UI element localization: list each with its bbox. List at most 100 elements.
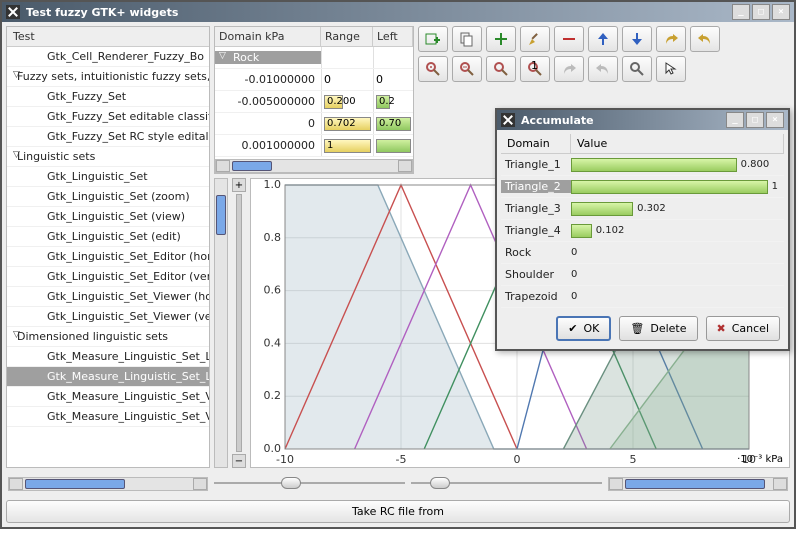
tree-item[interactable]: Linguistic sets (7, 147, 209, 167)
check-icon: ✔ (568, 322, 577, 335)
app-icon (6, 5, 20, 19)
table-header-range[interactable]: Range (321, 27, 373, 46)
x-unit: ·10⁻³ kPa (737, 454, 783, 465)
table-group[interactable]: Rock (215, 51, 321, 64)
undo2-button[interactable] (588, 56, 618, 82)
svg-text:1: 1 (531, 61, 538, 72)
find-button[interactable] (622, 56, 652, 82)
vzoom-slider[interactable]: + − (230, 178, 248, 468)
trash-icon: 🗑 (630, 322, 644, 335)
tree-item[interactable]: Gtk_Fuzzy_Set RC style edital (7, 127, 209, 147)
svg-text:0.0: 0.0 (264, 442, 282, 455)
dialog-col-value[interactable]: Value (571, 134, 784, 153)
tree-item[interactable]: Gtk_Cell_Renderer_Fuzzy_Bo (7, 47, 209, 67)
tree-item[interactable]: Fuzzy sets, intuitionistic fuzzy sets, (7, 67, 209, 87)
dialog-row[interactable]: Trapezoid0 (501, 286, 784, 308)
zoom-in-button[interactable] (418, 56, 448, 82)
zoom-reset-button[interactable]: 1 (520, 56, 550, 82)
delete-button[interactable]: 🗑Delete (619, 316, 697, 341)
dialog-row[interactable]: Triangle_40.102 (501, 220, 784, 242)
table-cell[interactable]: 1 (321, 135, 373, 156)
table-cell[interactable]: -0.01000000 (215, 73, 321, 86)
chart-hscrollbar[interactable] (608, 477, 788, 491)
arrow-up-button[interactable] (588, 26, 618, 52)
table-header-left[interactable]: Left (373, 27, 413, 46)
zoom-out-icon[interactable]: − (232, 454, 246, 468)
dialog-minimize-button[interactable]: _ (726, 112, 744, 128)
tree-item[interactable]: Gtk_Linguistic_Set (7, 167, 209, 187)
cancel-button[interactable]: ✖Cancel (706, 316, 780, 341)
tree-item[interactable]: Gtk_Measure_Linguistic_Set_L (7, 347, 209, 367)
svg-text:0.6: 0.6 (264, 284, 282, 297)
svg-text:0.8: 0.8 (264, 231, 282, 244)
tree-item[interactable]: Gtk_Measure_Linguistic_Set_V (7, 407, 209, 427)
table-cell[interactable]: -0.005000000 (215, 95, 321, 108)
chart-vscrollbar[interactable] (214, 178, 228, 468)
ok-button[interactable]: ✔OK (556, 316, 611, 341)
titlebar[interactable]: Test fuzzy GTK+ widgets _ □ × (2, 2, 794, 22)
dialog-titlebar[interactable]: Accumulate _ □ × (497, 110, 788, 130)
dialog-row[interactable]: Triangle_30.302 (501, 198, 784, 220)
table-cell[interactable]: 0.001000000 (215, 139, 321, 152)
tree-item[interactable]: Gtk_Linguistic_Set_Viewer (ho (7, 287, 209, 307)
tree-item[interactable]: Gtk_Fuzzy_Set editable classif (7, 107, 209, 127)
table-cell[interactable]: 0 (373, 69, 413, 90)
zoom-in-icon[interactable]: + (232, 178, 246, 192)
svg-text:0: 0 (514, 453, 521, 466)
data-table: Domain kPa Range Left Rock-0.0100000000-… (214, 26, 414, 174)
minimize-button[interactable]: _ (732, 4, 750, 20)
tree-item[interactable]: Gtk_Fuzzy_Set (7, 87, 209, 107)
svg-text:0.2: 0.2 (264, 389, 282, 402)
dialog-row[interactable]: Rock0 (501, 242, 784, 264)
arrow-down-button[interactable] (622, 26, 652, 52)
tree-item[interactable]: Gtk_Linguistic_Set_Editor (hor (7, 247, 209, 267)
tree-item[interactable]: Gtk_Measure_Linguistic_Set_V (7, 387, 209, 407)
tree-item[interactable]: Gtk_Linguistic_Set (zoom) (7, 187, 209, 207)
sidebar-hscrollbar[interactable] (8, 477, 208, 491)
table-cell[interactable] (373, 135, 413, 156)
table-cell[interactable]: 0 (321, 69, 373, 90)
close-button[interactable]: × (772, 4, 790, 20)
minus-button[interactable] (554, 26, 584, 52)
brush-button[interactable] (520, 26, 550, 52)
dialog-row[interactable]: Triangle_21 (501, 176, 784, 198)
maximize-button[interactable]: □ (752, 4, 770, 20)
take-rc-button[interactable]: Take RC file from (6, 500, 790, 523)
zoom-out-button[interactable] (452, 56, 482, 82)
dialog-maximize-button[interactable]: □ (746, 112, 764, 128)
cancel-icon: ✖ (717, 322, 726, 335)
table-cell[interactable]: 0.702 (321, 113, 373, 134)
dialog-col-domain[interactable]: Domain (501, 134, 571, 153)
redo2-button[interactable] (554, 56, 584, 82)
dialog-icon (501, 113, 515, 127)
copy-button[interactable] (452, 26, 482, 52)
sidebar: Test Gtk_Cell_Renderer_Fuzzy_BoFuzzy set… (6, 26, 210, 468)
tree-item[interactable]: Gtk_Linguistic_Set (edit) (7, 227, 209, 247)
tree-item[interactable]: Gtk_Linguistic_Set_Editor (ver (7, 267, 209, 287)
table-cell[interactable]: 0.2 (373, 91, 413, 112)
tree-item[interactable]: Dimensioned linguistic sets (7, 327, 209, 347)
redo-button[interactable] (656, 26, 686, 52)
sidebar-header: Test (7, 27, 209, 47)
tree-item[interactable]: Gtk_Linguistic_Set_Viewer (ve (7, 307, 209, 327)
add-child-button[interactable] (418, 26, 448, 52)
zoom-slider-2[interactable] (411, 475, 602, 491)
dialog-close-button[interactable]: × (766, 112, 784, 128)
table-cell[interactable]: 0.200 (321, 91, 373, 112)
tree-item[interactable]: Gtk_Measure_Linguistic_Set_L (7, 367, 209, 387)
tree-view[interactable]: Gtk_Cell_Renderer_Fuzzy_BoFuzzy sets, in… (7, 47, 209, 467)
dialog-title: Accumulate (521, 114, 594, 127)
pointer-button[interactable] (656, 56, 686, 82)
table-scrollbar[interactable] (215, 159, 413, 173)
plus-button[interactable] (486, 26, 516, 52)
table-cell[interactable]: 0 (215, 117, 321, 130)
dialog-row[interactable]: Shoulder0 (501, 264, 784, 286)
table-cell[interactable]: 0.70 (373, 113, 413, 134)
tree-item[interactable]: Gtk_Linguistic_Set (view) (7, 207, 209, 227)
undo-button[interactable] (690, 26, 720, 52)
zoom-fit-button[interactable] (486, 56, 516, 82)
table-header-domain[interactable]: Domain kPa (215, 27, 321, 46)
accumulate-dialog: Accumulate _ □ × Domain Value Triangle_1… (495, 108, 790, 351)
zoom-slider-1[interactable] (214, 475, 405, 491)
dialog-row[interactable]: Triangle_10.800 (501, 154, 784, 176)
